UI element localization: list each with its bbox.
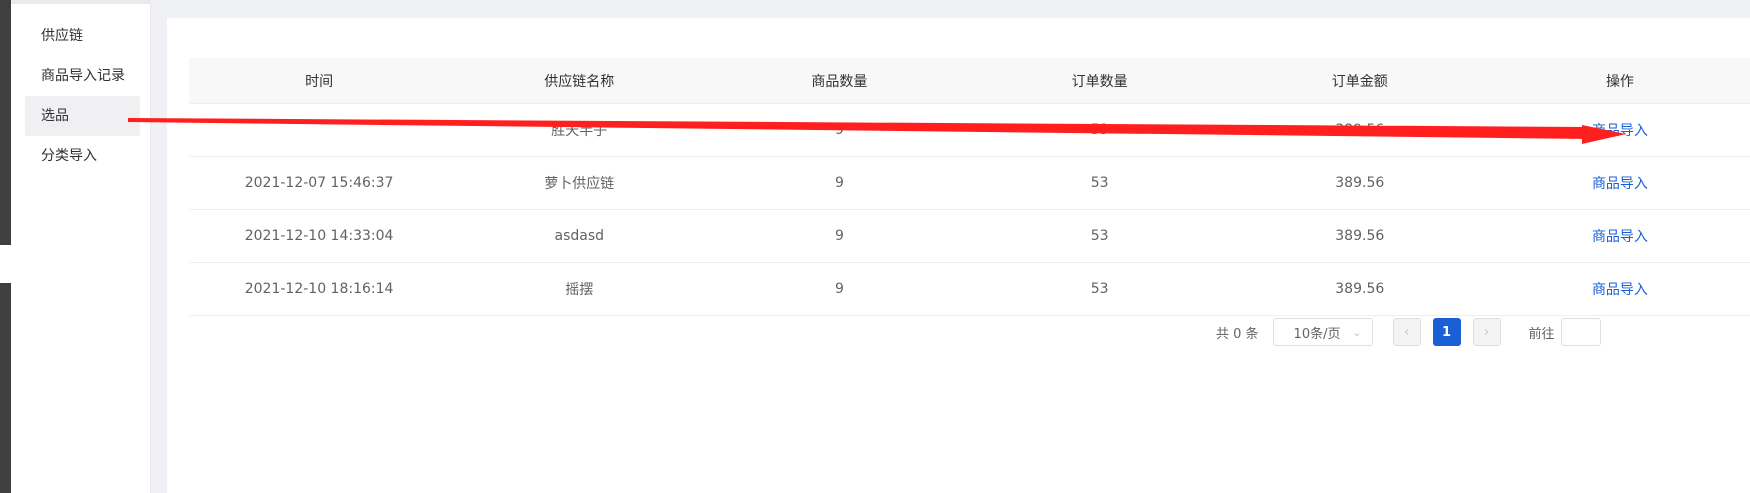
cell-order-count: 53 [1090, 122, 1109, 138]
sidebar-item-supply-chain[interactable]: 供应链 [25, 16, 140, 56]
goto-label: 前往 [1528, 326, 1555, 342]
cell-supply-chain-name: 萝卜供应链 [544, 176, 615, 192]
sidebar-item-category-import[interactable]: 分类导入 [25, 136, 140, 176]
layout-top-band [151, 0, 1750, 18]
chevron-right-icon: › [1483, 324, 1490, 340]
column-header-order-amount: 订单金额 [1331, 73, 1388, 90]
goto-page-input[interactable] [1560, 318, 1601, 346]
table-row: 2021-12-10 14:33:04 asdasd 9 53 389.56 商… [189, 210, 1750, 263]
prev-page-button[interactable]: ‹ [1392, 318, 1421, 346]
cell-time: 2021-12-10 14:33:04 [244, 228, 394, 244]
page-number-current[interactable]: 1 [1432, 318, 1461, 346]
pagination: 共 0 条 10条/页 ⌄ ‹ 1 › 前往 [1216, 318, 1601, 346]
sidebar-item-goods-import-records[interactable]: 商品导入记录 [25, 56, 140, 96]
sidebar-top-divider [11, 0, 151, 4]
data-table: 时间 供应链名称 商品数量 订单数量 订单金额 操作 胜天半子 9 53 389… [189, 58, 1750, 316]
cell-time: 2021-12-10 18:16:14 [244, 281, 394, 297]
cell-goods-count: 9 [834, 175, 844, 191]
page-size-value: 10条/页 [1293, 326, 1341, 342]
column-header-goods-count: 商品数量 [811, 73, 868, 90]
cell-time: 2021-12-07 15:46:37 [244, 175, 394, 191]
table-row: 2021-12-07 15:46:37 萝卜供应链 9 53 389.56 商品… [189, 157, 1750, 210]
chevron-down-icon: ⌄ [1352, 325, 1362, 339]
table-row: 2021-12-10 18:16:14 摇摆 9 53 389.56 商品导入 [189, 263, 1750, 316]
sidebar-item-label: 商品导入记录 [41, 68, 125, 84]
cell-order-count: 53 [1090, 175, 1109, 191]
column-header-actions: 操作 [1605, 73, 1634, 90]
cell-supply-chain-name: 摇摆 [565, 282, 594, 298]
pagination-total: 共 0 条 [1216, 326, 1259, 342]
column-header-time: 时间 [305, 73, 334, 90]
goods-import-link[interactable]: 商品导入 [1592, 282, 1648, 298]
next-page-button[interactable]: › [1472, 318, 1501, 346]
main-content: 时间 供应链名称 商品数量 订单数量 订单金额 操作 胜天半子 9 53 389… [167, 18, 1750, 493]
sidebar-item-label: 分类导入 [41, 148, 97, 164]
cell-goods-count: 9 [834, 228, 844, 244]
sidebar-item-product-selection[interactable]: 选品 [25, 96, 140, 136]
cell-order-amount: 389.56 [1335, 122, 1385, 138]
table-row: 胜天半子 9 53 389.56 商品导入 [189, 104, 1750, 157]
cell-supply-chain-name: 胜天半子 [551, 123, 608, 139]
cell-goods-count: 9 [834, 281, 844, 297]
column-header-supply-chain-name: 供应链名称 [544, 73, 615, 90]
column-header-order-count: 订单数量 [1071, 73, 1128, 90]
cell-supply-chain-name: asdasd [554, 228, 605, 244]
cell-order-count: 53 [1090, 228, 1109, 244]
cell-order-count: 53 [1090, 281, 1109, 297]
cell-order-amount: 389.56 [1335, 175, 1385, 191]
goods-import-link[interactable]: 商品导入 [1592, 176, 1648, 192]
page-size-select[interactable]: 10条/页 ⌄ [1272, 318, 1373, 346]
window-edge-dark-bottom [0, 283, 11, 493]
layout-gutter [151, 0, 167, 493]
goods-import-link[interactable]: 商品导入 [1592, 123, 1648, 139]
table-header: 时间 供应链名称 商品数量 订单数量 订单金额 操作 [189, 58, 1750, 104]
cell-order-amount: 389.56 [1335, 228, 1385, 244]
chevron-left-icon: ‹ [1403, 324, 1410, 340]
sidebar: 供应链 商品导入记录 选品 分类导入 [11, 0, 151, 493]
cell-goods-count: 9 [834, 122, 844, 138]
window-edge-dark-top [0, 0, 11, 245]
sidebar-item-label: 供应链 [41, 28, 83, 44]
sidebar-item-label: 选品 [41, 108, 69, 124]
goods-import-link[interactable]: 商品导入 [1592, 229, 1648, 245]
cell-order-amount: 389.56 [1335, 281, 1385, 297]
